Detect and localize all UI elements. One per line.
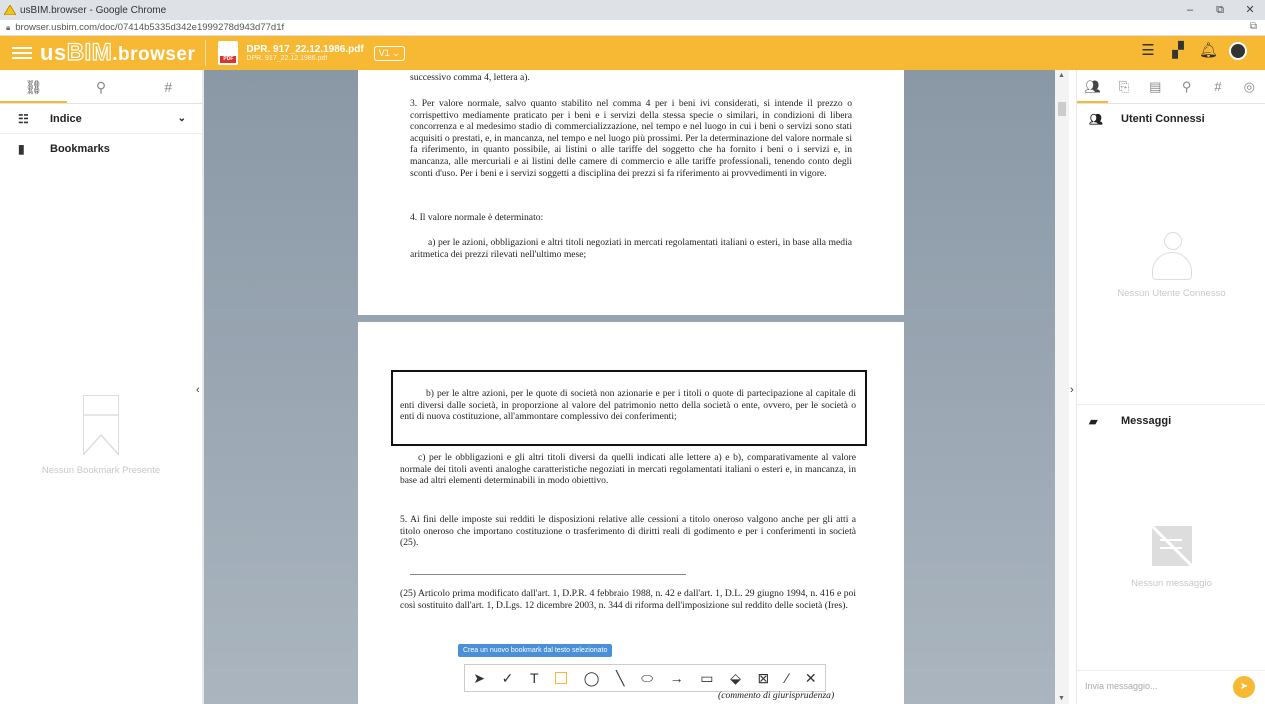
bookmark-icon: ▮: [18, 142, 25, 156]
pdf-icon: PDF: [218, 41, 239, 65]
empty-users: Nessun Utente Connesso: [1077, 232, 1265, 299]
users-empty-icon: [1146, 232, 1198, 280]
collapse-right-button[interactable]: ›: [1070, 384, 1074, 396]
bookmarks-row[interactable]: ▮ Bookmarks: [0, 134, 202, 164]
extension-icon[interactable]: ⧉: [1250, 21, 1257, 32]
restore-button[interactable]: ⧉: [1205, 0, 1235, 20]
fill-tool[interactable]: ⬙: [730, 670, 741, 687]
version-dropdown[interactable]: V1 ⌄: [373, 45, 405, 61]
chat-icon: ▰: [1089, 415, 1098, 428]
avatar[interactable]: [1229, 42, 1247, 60]
bell-icon[interactable]: 🔔︎: [1199, 42, 1218, 60]
minimize-button[interactable]: –: [1175, 0, 1205, 20]
tab-location-icon[interactable]: ◎: [1234, 70, 1265, 103]
viewer-scrollbar[interactable]: ▲ ▼: [1055, 70, 1069, 704]
tab-tags[interactable]: #: [135, 70, 202, 103]
annotation-toolbar: ➤ ✓ T ◯ ╲ ⬭ → ▭ ⬙ ⊠ ∕ ✕: [464, 664, 826, 692]
tab-link-icon[interactable]: ⚲: [1171, 70, 1202, 103]
bookmark-empty-icon: [82, 395, 119, 455]
close-toolbar-icon[interactable]: ✕: [805, 670, 817, 687]
collapse-left-button[interactable]: ‹: [196, 384, 200, 396]
stamp-tool[interactable]: ▭: [700, 670, 713, 687]
lock-icon: 🔒︎: [6, 22, 11, 32]
close-window-button[interactable]: ✕: [1235, 0, 1265, 20]
window-title: usBIM.browser - Google Chrome: [20, 4, 167, 16]
image-tool[interactable]: ⊠: [758, 670, 770, 687]
tab-tree[interactable]: ⛓: [0, 70, 68, 103]
pdf-viewer[interactable]: successivo comma 4, lettera a). 3. Per v…: [204, 70, 1069, 704]
messages-header: ▰ Messaggi: [1089, 415, 1172, 428]
send-icon[interactable]: ➤: [1233, 676, 1255, 698]
create-bookmark-tooltip[interactable]: Crea un nuovo bookmark dal testo selezio…: [458, 644, 613, 657]
text-tool[interactable]: T: [530, 670, 539, 686]
pointer-tool[interactable]: ➤: [473, 670, 485, 687]
rectangle-tool[interactable]: [555, 672, 568, 684]
ellipse-tool[interactable]: ◯: [584, 670, 600, 687]
users-header: 👥︎ Utenti Connessi: [1089, 113, 1205, 126]
app-logo: us BIM .browser: [40, 38, 196, 66]
address-bar[interactable]: 🔒︎ browser.usbim.com/doc/07414b5335d342e…: [0, 20, 1265, 36]
tab-share-icon[interactable]: ⎘: [1108, 70, 1139, 103]
cloud-tool[interactable]: ⬭: [641, 670, 653, 687]
pen-tool[interactable]: ∕: [786, 670, 788, 686]
line-tool[interactable]: ╲: [616, 670, 624, 687]
chevron-down-icon[interactable]: ⌄: [178, 113, 186, 124]
users-icon: 👥︎: [1089, 113, 1103, 126]
browser-titlebar: usBIM.browser - Google Chrome – ⧉ ✕: [0, 0, 1265, 20]
layout-icon[interactable]: ▞: [1169, 42, 1187, 60]
tab-hash-icon[interactable]: #: [1202, 70, 1233, 103]
pdf-page: b) per le altre azioni, per le quote di …: [358, 322, 904, 704]
right-panel: 👥︎ ⎘ ▤ ⚲ # ◎ 👥︎ Utenti Connessi Nessun U…: [1076, 70, 1265, 704]
commento-text: (commento di giurisprudenza): [718, 690, 835, 701]
list-icon: ☷: [18, 111, 29, 126]
select-tool[interactable]: ✓: [502, 670, 514, 687]
database-icon[interactable]: ☰: [1139, 42, 1157, 60]
no-messages-icon: [1151, 526, 1192, 566]
document-title: DPR. 917_22.12.1986.pdf DPR. 917_22.12.1…: [246, 43, 364, 62]
right-panel-tabs: 👥︎ ⎘ ▤ ⚲ # ◎: [1077, 70, 1265, 104]
empty-bookmarks: Nessun Bookmark Presente: [0, 395, 202, 476]
menu-icon[interactable]: [12, 47, 32, 59]
empty-messages: Nessun messaggio: [1077, 526, 1265, 589]
tab-users-icon[interactable]: 👥︎: [1077, 70, 1109, 103]
arrow-tool[interactable]: →: [670, 670, 684, 686]
url-text[interactable]: browser.usbim.com/doc/07414b5335d342e199…: [15, 22, 284, 33]
tab-doc-icon[interactable]: ▤: [1140, 70, 1171, 103]
left-panel-tabs: ⛓ ⚲ #: [0, 70, 202, 104]
tab-links[interactable]: ⚲: [67, 70, 134, 103]
pdf-page: successivo comma 4, lettera a). 3. Per v…: [358, 70, 904, 315]
indice-row[interactable]: ☷ Indice ⌄: [0, 104, 202, 134]
app-header: us BIM .browser PDF DPR. 917_22.12.1986.pd…: [0, 36, 1265, 70]
warning-icon: [3, 4, 17, 16]
